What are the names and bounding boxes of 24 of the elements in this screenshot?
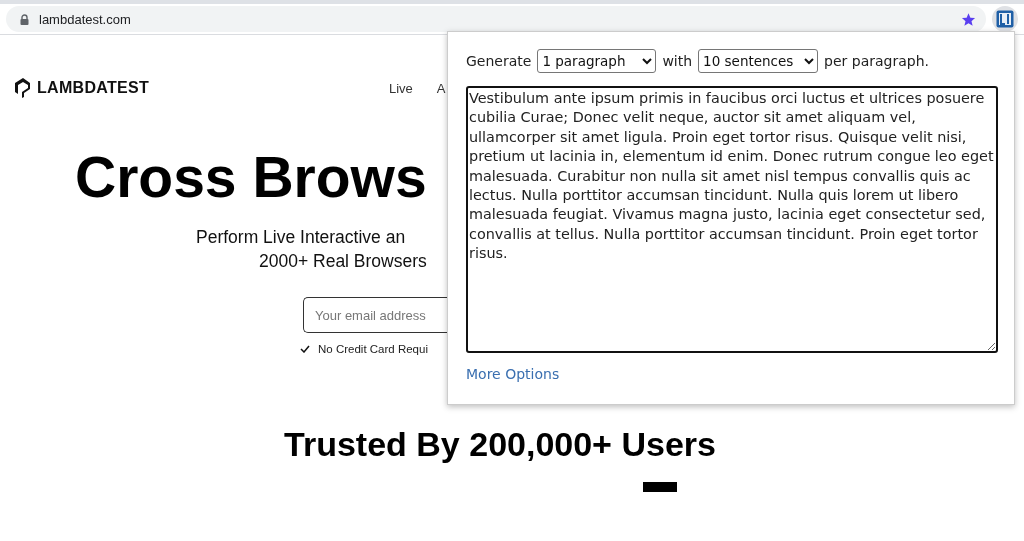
nav-link[interactable]: A (436, 80, 446, 96)
paragraph-count-select[interactable]: 1 paragraph (537, 49, 657, 73)
subtitle-line: Perform Live Interactive an (196, 226, 406, 249)
generated-text-area[interactable]: Vestibulum ante ipsum primis in faucibus orci luctus et ultrices posuere cubilia Curae; Donec velit neque, auctor sit amet aliquam vel, ullamcorper sit amet ligula. Proin eget tortor risus. Quisque velit nisi, pretium ut lacinia in, elementum id enim. Donec rutrum congue leo eget malesuada. Curabitur non nulla sit amet nisl tempus convallis quis ac lectus. Nulla porttitor accumsan tincidunt. Nulla quis lorem ut libero malesuada feugiat. Vivamus magna justo, lacinia eget consectetur sed, convallis at tellus. Nulla porttitor accumsan tincidunt. Proin eget tortor risus. (466, 86, 998, 353)
star-icon[interactable] (961, 11, 976, 27)
headline: Cross Brows (75, 144, 427, 211)
lock-icon (20, 13, 29, 25)
dark-shape (643, 482, 677, 492)
trusted-heading: Trusted By 200,000+ Users (283, 425, 717, 464)
check-icon (300, 345, 310, 353)
address-bar[interactable]: lambdatest.com (6, 6, 986, 32)
logo-icon (13, 77, 33, 99)
logo-text: LAMBDATEST (37, 79, 150, 97)
nav-link[interactable]: Live (389, 80, 413, 96)
subtitle-line: 2000+ Real Browsers (259, 250, 427, 273)
note-text: No Credit Card Requi (318, 343, 428, 355)
more-options-link[interactable]: More Options (466, 366, 560, 382)
generate-label: Generate (466, 53, 532, 69)
with-label: with (662, 53, 693, 69)
per-paragraph-label: per paragraph. (824, 53, 930, 69)
url-text: lambdatest.com (39, 11, 132, 27)
extension-button[interactable] (992, 6, 1018, 32)
extension-icon (996, 10, 1014, 28)
sentence-count-select[interactable]: 10 sentences (698, 49, 819, 73)
